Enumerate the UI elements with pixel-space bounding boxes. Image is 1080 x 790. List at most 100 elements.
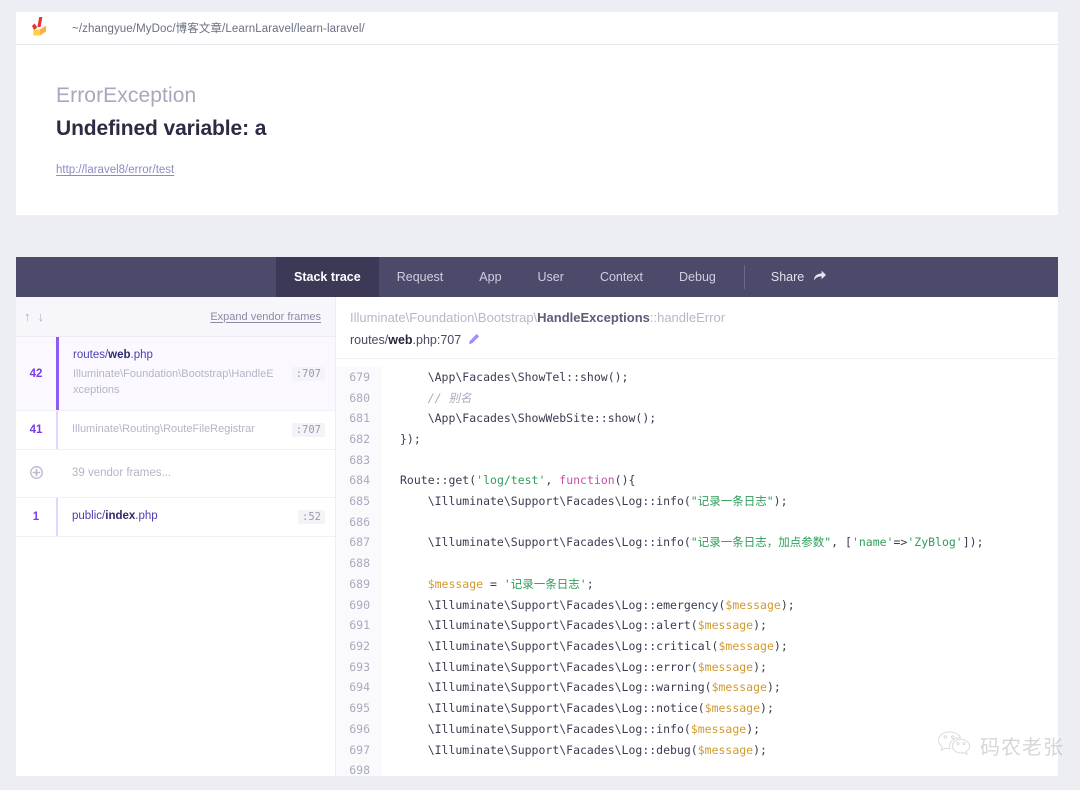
tab-debug[interactable]: Debug [661,257,734,297]
code-text: }); [400,431,421,446]
line-number: 685 [336,491,382,512]
code-text: \App\Facades\ShowTel::show(); [400,369,629,384]
frame-file-name: routes/web.php [73,348,153,361]
code-text: // 别名 [400,390,472,405]
pencil-icon[interactable] [468,333,480,348]
share-button[interactable]: Share [755,257,843,297]
frames-panel: ↑ ↓ Expand vendor frames 42 routes/web.p… [16,297,336,776]
tab-divider [743,265,745,289]
code-text: $message = '记录一条日志'; [400,576,594,591]
error-header-card: ErrorException Undefined variable: a htt… [16,45,1058,215]
code-text: \Illuminate\Support\Facades\Log::debug($… [400,742,767,757]
stack-trace-body: ↑ ↓ Expand vendor frames 42 routes/web.p… [16,297,1058,776]
frames-toolbar: ↑ ↓ Expand vendor frames [16,297,335,337]
frame-number: 42 [29,367,43,380]
line-number: 688 [336,553,382,574]
code-line: 698 [336,760,1058,776]
laravel-ignition-logo-icon [30,16,50,40]
code-text: \Illuminate\Support\Facades\Log::error($… [400,659,767,674]
frame-file-name: public/index.php [72,509,158,522]
code-line: 692 \Illuminate\Support\Facades\Log::cri… [336,635,1058,657]
tab-app[interactable]: App [461,257,519,297]
code-line: 684 Route::get('log/test', function(){ [336,470,1058,492]
code-text: \Illuminate\Support\Facades\Log::critica… [400,638,788,653]
code-viewer[interactable]: 679 \App\Facades\ShowTel::show(); 680 // … [336,358,1058,776]
request-url-link[interactable]: http://laravel8/error/test [56,164,174,176]
code-text: \Illuminate\Support\Facades\Log::alert($… [400,618,767,633]
code-line: 690 \Illuminate\Support\Facades\Log::eme… [336,594,1058,616]
frame-number: 1 [32,511,40,523]
line-number: 689 [336,573,382,595]
frame-row-42[interactable]: 42 routes/web.php Illuminate\Foundation\… [16,337,335,411]
line-number: 680 [336,387,382,409]
share-label: Share [770,270,805,284]
tab-stack-trace[interactable]: Stack trace [276,257,379,297]
code-text: \App\Facades\ShowWebSite::show(); [400,411,657,426]
code-line: 687 \Illuminate\Support\Facades\Log::inf… [336,532,1058,554]
vendor-frames-label: 39 vendor frames... [72,466,172,479]
source-panel: Illuminate\Foundation\Bootstrap\HandleEx… [336,297,1058,776]
arrow-down-icon[interactable]: ↓ [38,310,45,323]
expand-vendor-icon-cell [16,450,56,497]
frame-row-41[interactable]: 41 Illuminate\Routing\RouteFileRegistrar… [16,411,335,450]
code-line: 688 [336,553,1058,574]
code-text: \Illuminate\Support\Facades\Log::info($m… [400,721,761,736]
frame-line-number: :707 [291,366,325,381]
code-text: \Illuminate\Support\Facades\Log::emergen… [400,597,795,612]
line-number: 692 [336,635,382,657]
code-line: 685 \Illuminate\Support\Facades\Log::inf… [336,491,1058,512]
line-number: 679 [336,366,382,388]
code-line: 689 $message = '记录一条日志'; [336,573,1058,595]
code-line: 691 \Illuminate\Support\Facades\Log::ale… [336,615,1058,636]
code-text: \Illuminate\Support\Facades\Log::info("记… [400,494,788,509]
code-line: 686 [336,511,1058,533]
code-line: 697 \Illuminate\Support\Facades\Log::deb… [336,739,1058,761]
frame-line-number: :707 [291,423,325,437]
line-number: 690 [336,594,382,616]
code-text: \Illuminate\Support\Facades\Log::warning… [400,680,781,695]
frame-row-vendor-collapsed[interactable]: 39 vendor frames... [16,450,335,498]
frame-line-number: :52 [298,510,325,524]
tab-context[interactable]: Context [582,257,661,297]
line-number: 681 [336,408,382,429]
frame-number: 41 [29,424,43,436]
line-number: 696 [336,718,382,740]
line-number: 682 [336,428,382,450]
code-line: 693 \Illuminate\Support\Facades\Log::err… [336,656,1058,678]
line-number: 683 [336,449,382,471]
plus-circle-icon[interactable] [29,465,43,482]
line-number: 697 [336,739,382,761]
line-number: 698 [336,760,382,776]
tab-bar: Stack trace Request App User Context Deb… [16,257,1058,297]
code-text: \Illuminate\Support\Facades\Log::notice(… [400,701,774,716]
frame-row-1[interactable]: 1 public/index.php :52 [16,498,335,537]
frame-class-name: Illuminate\Foundation\Bootstrap\HandleEx… [73,368,274,397]
frame-class-name: Illuminate\Routing\RouteFileRegistrar [72,422,255,435]
expand-vendor-frames-button[interactable]: Expand vendor frames [210,311,321,323]
code-line: 679 \App\Facades\ShowTel::show(); [336,366,1058,388]
line-number: 684 [336,470,382,492]
line-number: 695 [336,698,382,719]
tab-user[interactable]: User [520,257,582,297]
error-page: ~/zhangyue/MyDoc/博客文章/LearnLaravel/learn… [0,0,1080,790]
exception-message: Undefined variable: a [56,117,267,141]
line-number: 686 [336,511,382,533]
tab-request[interactable]: Request [379,257,462,297]
code-line: 681 \App\Facades\ShowWebSite::show(); [336,408,1058,429]
code-line: 696 \Illuminate\Support\Facades\Log::inf… [336,718,1058,740]
line-number: 694 [336,677,382,699]
current-path: ~/zhangyue/MyDoc/博客文章/LearnLaravel/learn… [72,23,365,35]
code-line: 680 // 别名 [336,387,1058,409]
source-header: Illuminate\Foundation\Bootstrap\HandleEx… [336,297,1058,359]
code-text: Route::get('log/test', function(){ [400,473,636,488]
source-file-path: routes/web.php:707 [350,333,1058,348]
code-line: 683 [336,449,1058,471]
source-class-path: Illuminate\Foundation\Bootstrap\HandleEx… [350,310,726,325]
arrow-up-icon[interactable]: ↑ [24,310,31,323]
share-arrow-icon [813,269,827,285]
line-number: 693 [336,656,382,678]
code-text: \Illuminate\Support\Facades\Log::info("记… [400,535,984,550]
line-number: 691 [336,615,382,636]
